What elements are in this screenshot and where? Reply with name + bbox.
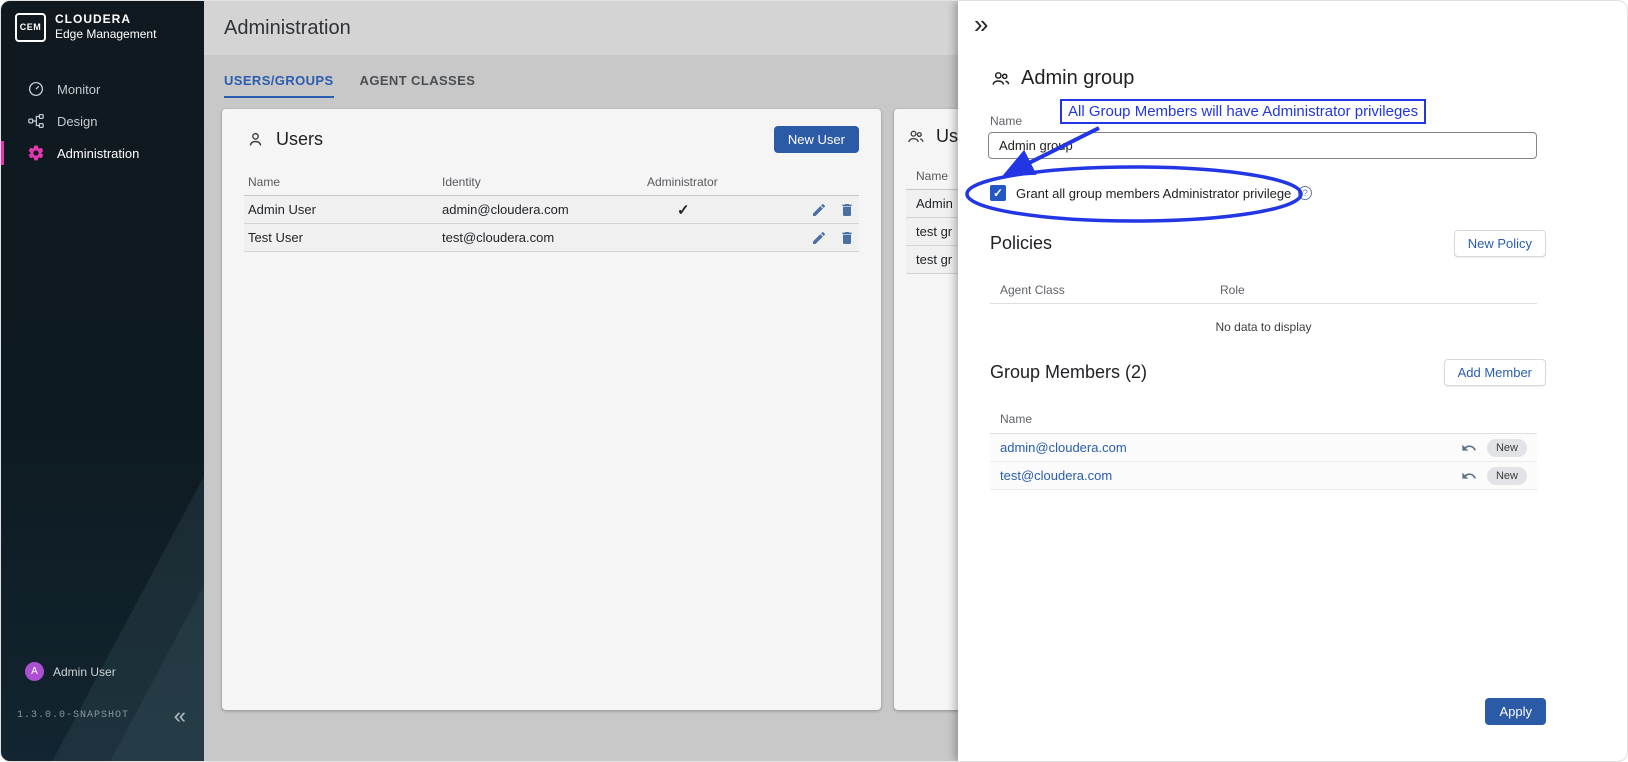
sidebar-nav: Monitor Design Administration: [1, 73, 204, 169]
members-table: Name admin@cloudera.com New test@clouder…: [990, 405, 1537, 490]
checkbox-label: Grant all group members Administrator pr…: [1016, 186, 1291, 201]
monitor-icon: [27, 80, 45, 98]
sidebar-item-administration[interactable]: Administration: [1, 137, 204, 169]
sidebar-item-label: Design: [57, 114, 97, 129]
check-icon: ✓: [677, 202, 690, 219]
current-user[interactable]: A Admin User: [25, 662, 116, 681]
name-field-label: Name: [990, 114, 1022, 128]
sidebar: CEM CLOUDERA Edge Management Monitor Des…: [1, 1, 204, 761]
new-policy-button[interactable]: New Policy: [1454, 230, 1546, 257]
sidebar-item-design[interactable]: Design: [1, 105, 204, 137]
user-identity-cell: admin@cloudera.com: [438, 202, 643, 217]
edit-icon[interactable]: [811, 230, 827, 246]
collapse-sidebar-icon[interactable]: «: [174, 703, 186, 729]
user-name-cell: Admin User: [244, 202, 438, 217]
group-icon: [906, 127, 925, 146]
column-header-name: Name: [244, 169, 438, 195]
users-table: Name Identity Administrator Admin User a…: [244, 169, 859, 252]
person-icon: [246, 130, 265, 149]
cem-logo-icon: CEM: [15, 13, 46, 42]
column-header-administrator: Administrator: [643, 169, 793, 195]
checkbox-checked-icon[interactable]: [990, 185, 1006, 201]
avatar: A: [25, 662, 44, 681]
policies-table: Agent Class Role No data to display: [990, 277, 1537, 350]
help-icon[interactable]: ?: [1298, 186, 1312, 200]
current-user-name: Admin User: [53, 665, 116, 679]
list-item[interactable]: test@cloudera.com New: [990, 462, 1537, 490]
tab-bar: USERS/GROUPS AGENT CLASSES: [224, 73, 475, 98]
gear-icon: [27, 144, 45, 162]
sidebar-item-monitor[interactable]: Monitor: [1, 73, 204, 105]
table-row[interactable]: Test User test@cloudera.com ✓: [244, 224, 859, 252]
user-name-cell: Test User: [244, 230, 438, 245]
column-header-agent-class: Agent Class: [990, 277, 1210, 303]
collapse-drawer-icon[interactable]: »: [974, 9, 988, 40]
tab-users-groups[interactable]: USERS/GROUPS: [224, 73, 334, 98]
status-badge: New: [1487, 467, 1527, 485]
admin-privilege-checkbox-row[interactable]: Grant all group members Administrator pr…: [990, 185, 1312, 201]
column-header-role: Role: [1210, 277, 1537, 303]
member-name-link[interactable]: admin@cloudera.com: [1000, 440, 1127, 455]
tab-agent-classes[interactable]: AGENT CLASSES: [360, 73, 476, 98]
app-window: CEM CLOUDERA Edge Management Monitor Des…: [0, 0, 1628, 762]
groups-card-title: Us: [936, 126, 958, 147]
sidebar-item-label: Monitor: [57, 82, 100, 97]
brand-name: CLOUDERA: [55, 12, 156, 27]
delete-icon[interactable]: [839, 202, 855, 218]
page-title: Administration: [224, 17, 351, 40]
add-member-button[interactable]: Add Member: [1444, 359, 1546, 386]
drawer-title: Admin group: [1021, 67, 1134, 90]
delete-icon[interactable]: [839, 230, 855, 246]
status-badge: New: [1487, 439, 1527, 457]
policies-heading: Policies: [990, 233, 1052, 254]
empty-state-text: No data to display: [990, 304, 1537, 350]
app-logo: CEM CLOUDERA Edge Management: [15, 12, 156, 42]
sidebar-item-label: Administration: [57, 146, 139, 161]
group-name-input[interactable]: [988, 132, 1537, 159]
users-table-header: Name Identity Administrator: [244, 169, 859, 196]
group-members-heading: Group Members (2): [990, 362, 1147, 383]
edit-icon[interactable]: [811, 202, 827, 218]
user-identity-cell: test@cloudera.com: [438, 230, 643, 245]
group-icon: [990, 68, 1011, 89]
annotation-note: All Group Members will have Administrato…: [1060, 99, 1426, 124]
new-user-button[interactable]: New User: [774, 126, 859, 153]
undo-icon[interactable]: [1461, 440, 1477, 456]
undo-icon[interactable]: [1461, 468, 1477, 484]
users-card: Users New User Name Identity Administrat…: [222, 109, 881, 710]
member-name-link[interactable]: test@cloudera.com: [1000, 468, 1112, 483]
brand-product: Edge Management: [55, 27, 156, 42]
column-header-identity: Identity: [438, 169, 643, 195]
users-card-title: Users: [276, 129, 323, 150]
apply-button[interactable]: Apply: [1485, 698, 1546, 725]
column-header-name: Name: [990, 405, 1537, 434]
list-item[interactable]: admin@cloudera.com New: [990, 434, 1537, 462]
table-row[interactable]: Admin User admin@cloudera.com ✓: [244, 196, 859, 224]
version-label: 1.3.0.0-SNAPSHOT: [17, 710, 129, 721]
design-icon: [27, 112, 45, 130]
